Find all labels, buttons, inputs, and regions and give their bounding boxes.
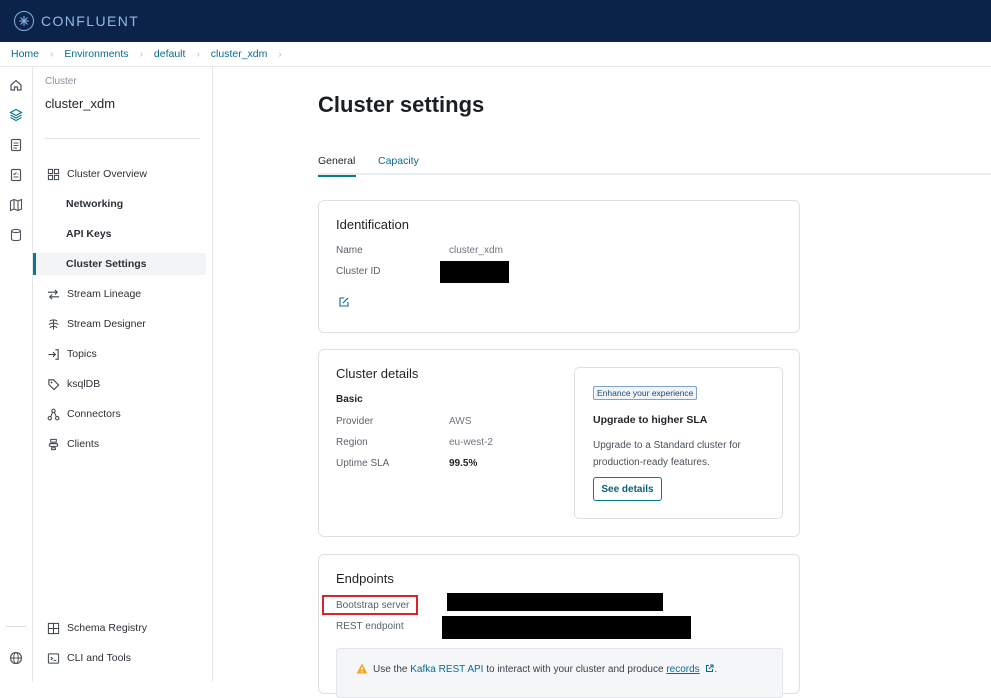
records-link[interactable]: records: [666, 664, 699, 675]
tab-general[interactable]: General: [318, 155, 357, 177]
layers-icon[interactable]: [8, 107, 24, 123]
brand-name[interactable]: CONFLUENT: [41, 13, 139, 29]
nav-clients[interactable]: Clients: [33, 433, 206, 455]
cluster-sidenav: Cluster cluster_xdm Cluster Overview Net…: [33, 67, 213, 682]
notice-text: Use the Kafka REST API to interact with …: [373, 664, 718, 675]
breadcrumb-cluster[interactable]: cluster_xdm: [211, 48, 268, 60]
nav-label: ksqlDB: [67, 378, 101, 390]
chevron-right-icon: ›: [278, 48, 282, 60]
chevron-right-icon: ›: [50, 48, 54, 60]
endpoints-title: Endpoints: [336, 571, 394, 586]
identification-title: Identification: [336, 217, 409, 232]
edit-icon[interactable]: [338, 296, 350, 308]
database-icon[interactable]: [8, 227, 24, 243]
top-bar: CONFLUENT: [0, 0, 991, 42]
cluster-details-title: Cluster details: [336, 366, 419, 381]
designer-icon: [46, 317, 60, 331]
nav-connectors[interactable]: Connectors: [33, 403, 206, 425]
chevron-right-icon: ›: [196, 48, 200, 60]
promo-text: Upgrade to a Standard cluster for produc…: [593, 440, 741, 468]
nav-label: CLI and Tools: [67, 652, 132, 664]
cluster-id-redacted: [440, 261, 509, 283]
sidenav-caption: Cluster: [45, 76, 77, 87]
endpoints-card: Endpoints Bootstrap server REST endpoint…: [318, 554, 800, 698]
nav-ksqldb[interactable]: ksqlDB: [33, 373, 206, 395]
ksqldb-icon: [46, 377, 60, 391]
nav-label: Stream Designer: [67, 318, 146, 330]
tab-capacity[interactable]: Capacity: [378, 155, 419, 175]
bootstrap-server-redacted: [447, 593, 663, 611]
see-details-button[interactable]: See details: [593, 477, 662, 501]
nav-stream-lineage[interactable]: Stream Lineage: [33, 283, 206, 305]
map-icon[interactable]: [8, 197, 24, 213]
nav-schema-registry[interactable]: Schema Registry: [33, 617, 206, 639]
cluster-id-label: Cluster ID: [336, 266, 381, 277]
nav-topics[interactable]: Topics: [33, 343, 206, 365]
enhance-badge: Enhance your experience: [593, 386, 698, 400]
arrows-icon: [46, 287, 60, 301]
nav-api-keys[interactable]: API Keys: [33, 223, 206, 245]
nav-label: Networking: [66, 198, 124, 210]
nav-stream-designer[interactable]: Stream Designer: [33, 313, 206, 335]
nav-cli-tools[interactable]: CLI and Tools: [33, 647, 206, 669]
kafka-rest-api-link[interactable]: Kafka REST API: [410, 664, 483, 675]
grid-icon: [46, 167, 60, 181]
nav-networking[interactable]: Networking: [33, 193, 206, 215]
nav-label: Clients: [67, 438, 100, 450]
provider-value: AWS: [449, 416, 472, 427]
page-title: Cluster settings: [318, 92, 485, 117]
checklist-icon[interactable]: [8, 167, 24, 183]
provider-label: Provider: [336, 416, 374, 427]
upgrade-promo: Enhance your experience Upgrade to highe…: [574, 367, 783, 519]
nav-label: API Keys: [66, 228, 112, 240]
confluent-logo-icon[interactable]: [14, 11, 34, 31]
icon-rail: [0, 67, 33, 682]
settings-tabs: General Capacity: [318, 153, 991, 177]
notice-text-middle: to interact with your cluster and produc…: [483, 664, 667, 675]
region-label: Region: [336, 437, 368, 448]
breadcrumb-home[interactable]: Home: [11, 48, 39, 60]
nav-label: Cluster Settings: [66, 258, 147, 270]
clients-icon: [46, 437, 60, 451]
warning-icon: [356, 663, 368, 674]
plan-name: Basic: [336, 394, 363, 405]
breadcrumb-environments[interactable]: Environments: [64, 48, 128, 60]
connectors-icon: [46, 407, 60, 421]
rail-divider: [6, 626, 26, 627]
schema-icon: [46, 621, 60, 635]
sidenav-divider: [45, 138, 200, 139]
nav-cluster-overview[interactable]: Cluster Overview: [33, 163, 206, 185]
topics-icon: [46, 347, 60, 361]
name-label: Name: [336, 245, 363, 256]
terminal-icon: [46, 651, 60, 665]
uptime-sla-label: Uptime SLA: [336, 458, 390, 469]
uptime-sla-value: 99.5%: [449, 458, 478, 469]
document-icon[interactable]: [8, 137, 24, 153]
notice-text-start: Use the: [373, 664, 411, 675]
breadcrumb: Home › Environments › default › cluster_…: [0, 42, 991, 67]
main-content: Cluster settings General Capacity Identi…: [214, 67, 991, 698]
region-value: eu-west-2: [449, 437, 493, 448]
nav-label: Stream Lineage: [67, 288, 142, 300]
cluster-details-card: Cluster details Basic Provider AWS Regio…: [318, 349, 800, 537]
cluster-name: cluster_xdm: [45, 96, 116, 111]
rest-endpoint-label: REST endpoint: [336, 621, 404, 632]
chevron-right-icon: ›: [139, 48, 143, 60]
nav-label: Connectors: [67, 408, 121, 420]
rest-api-notice: Use the Kafka REST API to interact with …: [336, 648, 783, 698]
nav-label: Schema Registry: [67, 622, 147, 634]
bootstrap-server-label: Bootstrap server: [336, 600, 410, 611]
globe-icon[interactable]: [8, 650, 24, 666]
nav-label: Cluster Overview: [67, 168, 147, 180]
identification-card: Identification Name cluster_xdm Cluster …: [318, 200, 800, 333]
nav-label: Topics: [67, 348, 97, 360]
name-value: cluster_xdm: [449, 245, 503, 256]
promo-heading: Upgrade to higher SLA: [593, 414, 708, 426]
home-icon[interactable]: [8, 77, 24, 93]
nav-cluster-settings[interactable]: Cluster Settings: [33, 253, 206, 275]
rest-endpoint-redacted: [442, 616, 691, 639]
breadcrumb-default[interactable]: default: [154, 48, 186, 60]
